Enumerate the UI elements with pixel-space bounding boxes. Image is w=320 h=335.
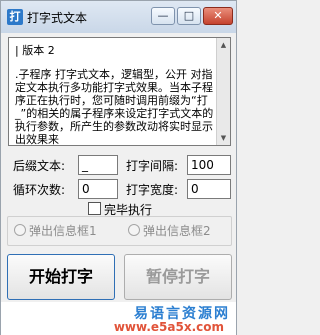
interval-input[interactable]: 100 — [187, 155, 231, 175]
radio-message-box-2[interactable] — [128, 224, 140, 236]
width-label: 打字宽度: — [126, 183, 179, 197]
vertical-scrollbar[interactable]: ▲ ▼ — [216, 38, 230, 145]
radio-message-box-1-label[interactable]: 弹出信息框1 — [29, 222, 97, 239]
watermark-banner: 易语言资源网 www.e5a5x.com — [1, 302, 236, 335]
finish-exec-checkbox[interactable] — [88, 202, 101, 215]
suffix-input[interactable]: _ — [78, 155, 118, 175]
radio-message-box-2-label[interactable]: 弹出信息框2 — [143, 222, 211, 239]
source-paragraph: .子程序 打字式文本，逻辑型，公开 对指定文本执行多功能打字式效果。当本子程序正… — [15, 68, 214, 146]
close-button[interactable]: ✕ — [203, 7, 233, 25]
minimize-button[interactable]: — — [151, 7, 175, 25]
scroll-up-icon[interactable]: ▲ — [217, 38, 230, 52]
loop-label: 循环次数: — [13, 183, 66, 197]
interval-label: 打字间隔: — [126, 159, 179, 173]
maximize-button[interactable]: □ — [177, 7, 201, 25]
source-text-area[interactable]: | 版本 2 .子程序 打字式文本，逻辑型，公开 对指定文本执行多功能打字式效果… — [8, 37, 231, 146]
version-line: | 版本 2 — [15, 44, 55, 57]
pause-typing-button[interactable]: 暂停打字 — [124, 254, 232, 300]
radio-message-box-1[interactable] — [14, 224, 26, 236]
scroll-down-icon[interactable]: ▼ — [217, 131, 230, 145]
window-title: 打字式文本 — [27, 11, 88, 25]
app-window: 打 打字式文本 — □ ✕ | 版本 2 .子程序 打字式文本，逻辑型，公开 对… — [0, 0, 237, 335]
title-bar[interactable]: 打 打字式文本 — □ ✕ — [1, 1, 236, 33]
suffix-label: 后缀文本: — [13, 159, 66, 173]
app-icon: 打 — [7, 9, 23, 25]
width-input[interactable]: 0 — [187, 179, 231, 199]
watermark-url: www.e5a5x.com — [113, 320, 224, 334]
start-typing-button[interactable]: 开始打字 — [7, 254, 115, 300]
loop-input[interactable]: 0 — [78, 179, 118, 199]
